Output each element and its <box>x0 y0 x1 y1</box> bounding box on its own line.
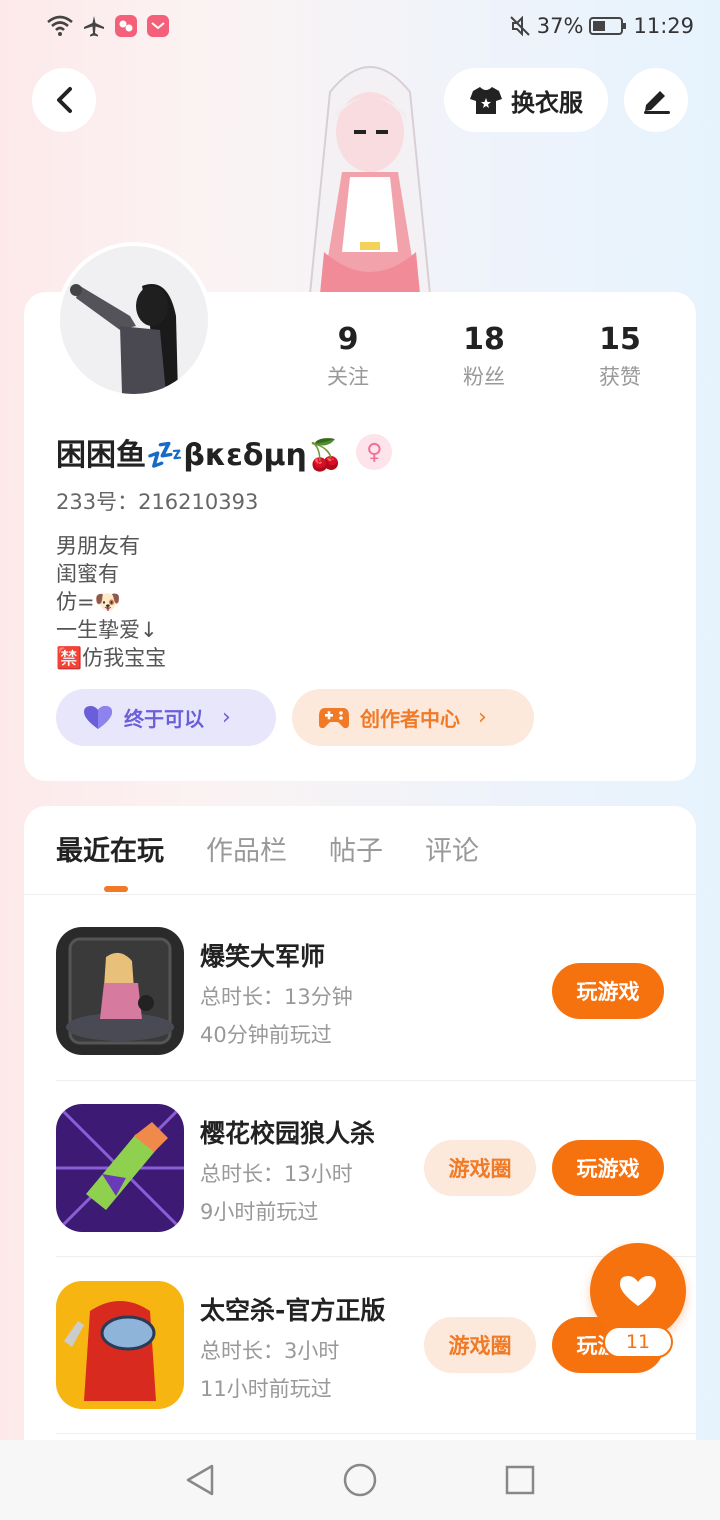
nav-recents-icon <box>505 1465 535 1495</box>
list-item-game[interactable]: 樱花校园狼人杀 总时长：13小时 9小时前玩过 游戏圈 玩游戏 <box>56 1104 696 1281</box>
heart-icon <box>84 705 112 729</box>
list-item-game[interactable]: 爆笑大军师 总时长：13分钟 40分钟前玩过 玩游戏 <box>56 927 696 1104</box>
stat-likes-label: 获赞 <box>599 365 641 389</box>
game-icon <box>56 1281 184 1409</box>
stat-followers[interactable]: 18 粉丝 <box>424 322 544 392</box>
nickname-row: 困困鱼💤βκεδμη🍒 ♀ <box>56 430 393 474</box>
mute-icon <box>510 15 530 37</box>
bio-line: 一生挚爱↓ <box>56 618 158 642</box>
nav-recents-button[interactable] <box>500 1460 540 1500</box>
stat-likes[interactable]: 15 获赞 <box>560 322 680 392</box>
game-last-played: 9小时前玩过 <box>200 1200 319 1224</box>
app-notification-icon <box>147 15 169 37</box>
nickname: 困困鱼💤βκεδμη🍒 <box>56 438 345 473</box>
nav-home-icon <box>343 1463 377 1497</box>
user-id: 233号：216210393 <box>56 490 259 514</box>
play-game-button[interactable]: 玩游戏 <box>552 963 664 1019</box>
game-last-played: 11小时前玩过 <box>200 1377 332 1401</box>
nav-home-button[interactable] <box>340 1460 380 1500</box>
chevron-right-icon: › <box>222 705 231 730</box>
play-game-button[interactable]: 玩游戏 <box>552 1140 664 1196</box>
tab-works[interactable]: 作品栏 <box>206 832 287 872</box>
change-outfit-button[interactable]: 换衣服 <box>444 68 608 132</box>
stat-likes-value: 15 <box>599 322 641 357</box>
creator-center-label: 创作者中心 <box>360 707 460 731</box>
divider <box>56 1256 696 1257</box>
pen-icon <box>644 91 670 114</box>
battery-percentage: 37% <box>536 14 584 38</box>
nav-back-button[interactable] <box>180 1460 220 1500</box>
game-title: 爆笑大军师 <box>200 942 326 971</box>
stat-followers-value: 18 <box>463 322 505 357</box>
divider <box>56 1080 696 1081</box>
avatar-image <box>60 246 208 394</box>
system-nav-bar <box>0 1440 720 1520</box>
game-duration: 总时长：13小时 <box>200 1162 353 1186</box>
shirt-icon <box>470 87 502 114</box>
status-right: 37% 11:29 <box>509 14 694 38</box>
tab-recently-played[interactable]: 最近在玩 <box>56 832 164 872</box>
avatar[interactable] <box>56 242 212 398</box>
status-bar: 37% 11:29 <box>0 0 720 56</box>
game-circle-button[interactable]: 游戏圈 <box>424 1317 536 1373</box>
game-title: 太空杀-官方正版 <box>200 1296 386 1325</box>
wifi-icon <box>47 15 73 36</box>
tab-comments[interactable]: 评论 <box>425 832 479 872</box>
bio-line: 男朋友有 <box>56 534 140 558</box>
app-notification-icon <box>115 15 137 37</box>
stat-following[interactable]: 9 关注 <box>288 322 408 392</box>
bio-line: 闺蜜有 <box>56 562 119 586</box>
clock: 11:29 <box>633 14 694 38</box>
tab-bar: 最近在玩 作品栏 帖子 评论 <box>56 832 479 872</box>
edit-profile-button[interactable] <box>624 68 688 132</box>
female-icon: ♀ <box>356 434 393 470</box>
nav-back-icon <box>186 1464 214 1496</box>
change-outfit-label: 换衣服 <box>511 88 583 117</box>
like-count-badge: 11 <box>603 1326 673 1358</box>
creator-center-button[interactable]: 创作者中心 › <box>292 689 534 746</box>
chevron-right-icon: › <box>478 705 487 730</box>
stat-following-value: 9 <box>337 322 359 357</box>
relationship-tag-label: 终于可以 <box>124 707 204 731</box>
chevron-left-icon <box>57 87 72 113</box>
back-button[interactable] <box>32 68 96 132</box>
character-avatar-illustration <box>308 66 432 294</box>
like-fab-button[interactable] <box>590 1243 686 1339</box>
heart-icon <box>620 1276 656 1306</box>
tab-posts[interactable]: 帖子 <box>329 832 383 872</box>
stat-followers-label: 粉丝 <box>463 365 505 389</box>
game-last-played: 40分钟前玩过 <box>200 1023 332 1047</box>
status-left-icons <box>46 14 170 38</box>
divider <box>24 894 696 895</box>
game-duration: 总时长：13分钟 <box>200 985 353 1009</box>
airplane-icon <box>84 16 104 37</box>
bio-line: 🈲仿我宝宝 <box>56 646 167 670</box>
game-title: 樱花校园狼人杀 <box>200 1119 376 1148</box>
tab-active-indicator <box>104 886 128 892</box>
battery-icon <box>589 17 627 35</box>
stat-following-label: 关注 <box>327 365 369 389</box>
game-duration: 总时长：3小时 <box>200 1339 340 1363</box>
bio: 男朋友有 闺蜜有 仿=🐶 一生挚爱↓ 🈲仿我宝宝 <box>56 532 166 672</box>
relationship-tag-button[interactable]: 终于可以 › <box>56 689 276 746</box>
divider <box>56 1433 696 1434</box>
bio-line: 仿=🐶 <box>56 590 121 614</box>
game-icon <box>56 927 184 1055</box>
game-icon <box>56 1104 184 1232</box>
gamepad-icon <box>319 707 349 728</box>
game-circle-button[interactable]: 游戏圈 <box>424 1140 536 1196</box>
